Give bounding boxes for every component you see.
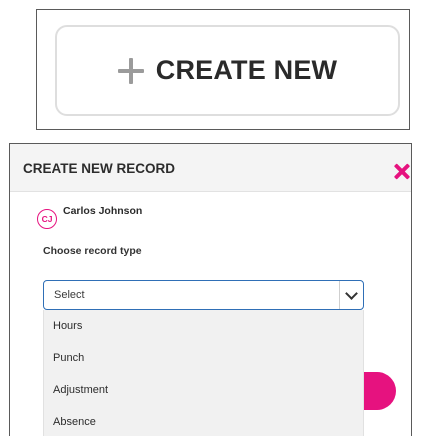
select-value: Select [54, 289, 85, 301]
modal-header: CREATE NEW RECORD [10, 144, 411, 192]
record-type-options: Hours Punch Adjustment Absence [43, 310, 364, 436]
record-type-label: Choose record type [43, 245, 142, 257]
create-new-button[interactable]: CREATE NEW [55, 25, 400, 116]
select-divider [339, 281, 340, 309]
modal-title: CREATE NEW RECORD [23, 161, 176, 176]
option-adjustment[interactable]: Adjustment [44, 374, 363, 406]
create-new-label: CREATE NEW [155, 55, 338, 85]
option-absence[interactable]: Absence [44, 406, 363, 436]
create-record-modal: CREATE NEW RECORD CJ Carlos Johnson Choo… [9, 143, 412, 436]
create-new-panel: CREATE NEW [36, 9, 410, 130]
option-hours[interactable]: Hours [44, 310, 363, 342]
option-punch[interactable]: Punch [44, 342, 363, 374]
record-type-select[interactable]: Select [43, 280, 364, 310]
submit-button[interactable] [364, 372, 396, 410]
avatar-initials: CJ [41, 214, 53, 224]
close-icon[interactable] [393, 163, 410, 180]
chevron-down-icon[interactable] [345, 287, 358, 300]
plus-icon [117, 57, 144, 84]
avatar: CJ [37, 209, 57, 229]
user-name: Carlos Johnson [63, 205, 143, 217]
user-row: CJ Carlos Johnson [37, 205, 142, 229]
